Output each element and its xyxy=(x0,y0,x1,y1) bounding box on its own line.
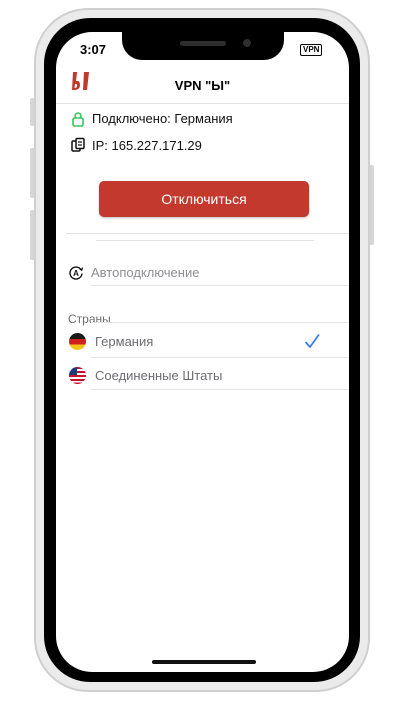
usa-flag-icon xyxy=(69,367,86,384)
navigation-bar: VPN "Ы" xyxy=(56,65,349,104)
divider xyxy=(91,322,349,323)
country-united-states[interactable]: Соединенные Штаты xyxy=(95,368,222,383)
speaker-grille xyxy=(180,41,226,46)
status-time: 3:07 xyxy=(80,42,107,57)
page-title: VPN "Ы" xyxy=(174,78,231,93)
phone-screen: 3:07 VPN VPN "Ы" Подключено: Германия IP… xyxy=(56,32,349,672)
country-germany[interactable]: Германия xyxy=(95,334,153,349)
divider xyxy=(66,233,349,234)
germany-flag-icon xyxy=(69,333,86,350)
disconnect-button[interactable]: Отключиться xyxy=(99,181,309,217)
ip-address[interactable]: IP: 165.227.171.29 xyxy=(92,138,202,153)
checkmark-icon xyxy=(304,334,320,349)
home-indicator[interactable] xyxy=(152,660,256,664)
phone-notch xyxy=(122,32,284,60)
svg-text:A: A xyxy=(73,269,79,278)
divider xyxy=(91,357,349,358)
lock-icon xyxy=(72,112,84,127)
front-camera xyxy=(243,39,251,47)
copy-icon[interactable] xyxy=(70,137,86,153)
connection-status: Подключено: Германия xyxy=(92,111,233,126)
divider xyxy=(91,285,349,286)
divider xyxy=(96,240,314,241)
divider xyxy=(91,389,349,390)
auto-a-icon: A xyxy=(69,266,84,280)
countries-section-header: Страны xyxy=(68,312,111,326)
auto-connect-option[interactable]: Автоподключение xyxy=(91,265,199,280)
vpn-status-badge: VPN xyxy=(300,44,323,56)
